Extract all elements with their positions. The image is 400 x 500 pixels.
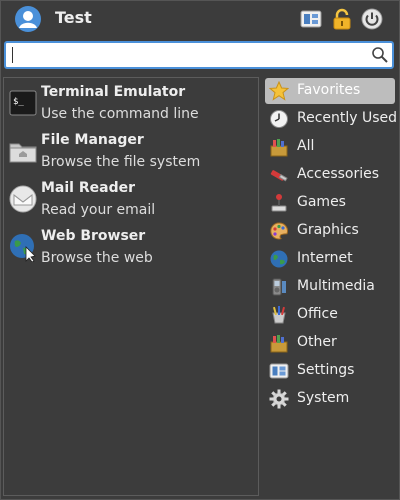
globe-icon: [10, 234, 36, 262]
app-item-file-manager[interactable]: File Manager Browse the file system: [4, 128, 258, 174]
category-label: Settings: [297, 362, 355, 378]
text-caret: [12, 47, 13, 63]
category-graphics[interactable]: Graphics: [265, 218, 395, 244]
category-label: Internet: [297, 250, 353, 266]
app-item-web-browser[interactable]: Web Browser Browse the web: [4, 224, 258, 270]
category-label: Games: [297, 194, 346, 210]
user-name: Test: [55, 8, 92, 27]
app-item-mail-reader[interactable]: Mail Reader Read your email: [4, 176, 258, 222]
menu-header: Test: [0, 0, 400, 38]
app-name: File Manager: [41, 132, 144, 148]
app-description: Browse the file system: [41, 154, 201, 170]
app-description: Use the command line: [41, 106, 199, 122]
clock-icon: [270, 110, 288, 128]
category-accessories[interactable]: Accessories: [265, 162, 395, 188]
lock-screen-button[interactable]: [331, 8, 353, 30]
accessories-icon: [270, 170, 288, 182]
settings-icon: [269, 363, 289, 379]
search-input[interactable]: [10, 45, 374, 67]
svg-text:$_: $_: [13, 97, 24, 107]
settings-manager-button[interactable]: [300, 8, 322, 30]
power-button[interactable]: [361, 8, 383, 30]
category-label: Favorites: [297, 82, 361, 98]
app-name: Mail Reader: [41, 180, 135, 196]
app-name: Terminal Emulator: [41, 84, 186, 100]
category-label: Other: [297, 334, 337, 350]
app-description: Read your email: [41, 202, 156, 218]
search-box[interactable]: [4, 41, 394, 69]
multimedia-icon: [272, 278, 286, 296]
category-games[interactable]: Games: [265, 190, 395, 216]
star-icon: [269, 81, 289, 101]
gear-icon: [269, 389, 289, 409]
joystick-icon: [271, 194, 287, 212]
category-office[interactable]: Office: [265, 302, 395, 328]
category-label: All: [297, 138, 315, 154]
power-icon: [361, 8, 383, 30]
category-label: Recently Used: [297, 110, 398, 126]
globe-icon: [270, 250, 288, 268]
app-item-terminal[interactable]: $_ Terminal Emulator Use the command lin…: [4, 80, 258, 126]
category-multimedia[interactable]: Multimedia: [265, 274, 395, 300]
app-name: Web Browser: [41, 228, 146, 244]
category-label: Graphics: [297, 222, 359, 238]
search-icon: [372, 47, 388, 63]
category-label: Accessories: [297, 166, 380, 182]
lock-icon: [333, 8, 351, 30]
office-icon: [272, 306, 286, 324]
terminal-icon: $_: [9, 90, 37, 116]
mail-icon: [9, 185, 37, 213]
settings-manager-icon: [300, 10, 322, 28]
palette-icon: [270, 222, 288, 240]
folder-icon: [9, 143, 37, 163]
category-label: System: [297, 390, 350, 406]
category-recently-used[interactable]: Recently Used: [265, 106, 398, 132]
category-label: Office: [297, 306, 338, 322]
avatar-icon[interactable]: [14, 5, 42, 33]
category-system[interactable]: System: [265, 386, 395, 412]
category-internet[interactable]: Internet: [265, 246, 395, 272]
category-all[interactable]: All: [265, 134, 395, 160]
category-settings[interactable]: Settings: [265, 358, 395, 384]
app-description: Browse the web: [41, 250, 153, 266]
category-other[interactable]: Other: [265, 330, 395, 356]
other-icon: [270, 335, 288, 353]
category-favorites[interactable]: Favorites: [265, 78, 395, 104]
all-icon: [270, 139, 288, 157]
category-label: Multimedia: [297, 278, 375, 294]
favorites-panel: $_ Terminal Emulator Use the command lin…: [3, 77, 259, 496]
